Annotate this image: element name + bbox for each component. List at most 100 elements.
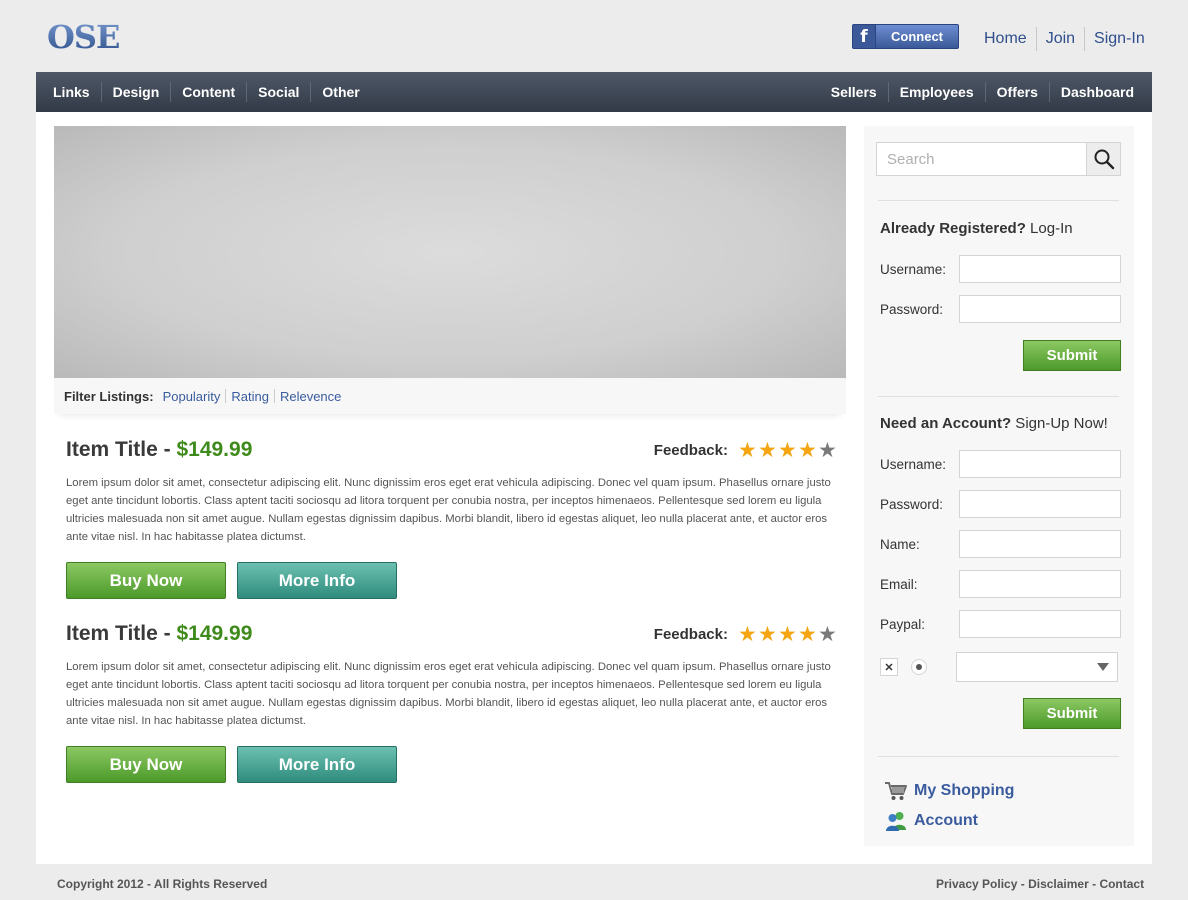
item-title-text: Item Title - [66, 622, 177, 645]
disclaimer-link[interactable]: Disclaimer [1028, 877, 1089, 891]
signup-submit-button[interactable]: Submit [1023, 698, 1121, 729]
filter-label: Filter Listings: [64, 388, 154, 404]
signup-username-field[interactable] [959, 450, 1121, 478]
star-empty-icon: ★ [818, 438, 837, 462]
item-description: Lorem ipsum dolor sit amet, consectetur … [66, 661, 831, 727]
name-label: Name: [880, 536, 920, 552]
account-link[interactable]: Account [884, 810, 978, 832]
login-password-row: Password: [880, 295, 1121, 323]
privacy-policy-link[interactable]: Privacy Policy [936, 877, 1017, 891]
my-shopping-label: My Shopping [914, 782, 1015, 799]
contact-link[interactable]: Contact [1099, 877, 1144, 891]
nav-sellers[interactable]: Sellers [820, 84, 888, 100]
paypal-label: Paypal: [880, 616, 926, 632]
divider [878, 396, 1119, 397]
signup-name-field[interactable] [959, 530, 1121, 558]
buy-now-button[interactable]: Buy Now [66, 746, 226, 783]
main-navbar: Links Design Content Social Other Seller… [36, 72, 1152, 112]
username-label: Username: [880, 261, 947, 277]
signup-heading-rest: Sign-Up Now! [1011, 415, 1108, 432]
login-heading-rest: Log-In [1025, 220, 1073, 237]
search-button[interactable] [1086, 143, 1120, 175]
footer-separator: - [1088, 877, 1100, 891]
login-heading: Already Registered? Log-In [880, 220, 1073, 237]
nav-other[interactable]: Other [311, 84, 370, 100]
facebook-icon: f [853, 25, 876, 48]
nav-links[interactable]: Links [42, 84, 101, 100]
signup-password-row: Password: [880, 490, 1121, 518]
item-title-text: Item Title - [66, 438, 177, 461]
username-label: Username: [880, 456, 947, 472]
nav-right: Sellers Employees Offers Dashboard [820, 72, 1152, 112]
login-submit-button[interactable]: Submit [1023, 340, 1121, 371]
signup-password-field[interactable] [959, 490, 1121, 518]
nav-employees[interactable]: Employees [889, 84, 985, 100]
users-icon [886, 812, 906, 831]
copyright-text: Copyright 2012 - All Rights Reserved [57, 877, 268, 891]
sidebar: Already Registered? Log-In Username: Pas… [864, 126, 1134, 846]
item-actions: Buy Now More Info [66, 562, 838, 599]
signup-heading-bold: Need an Account? [880, 415, 1012, 432]
star-filled-icon: ★ [778, 438, 797, 462]
checkbox[interactable]: ✕ [880, 658, 898, 676]
signup-options-row: ✕ [880, 652, 1121, 682]
star-filled-icon: ★ [738, 622, 757, 646]
item-feedback: Feedback: ★ ★ ★ ★ ★ [654, 624, 838, 645]
star-rating: ★ ★ ★ ★ ★ [738, 440, 838, 461]
login-password-field[interactable] [959, 295, 1121, 323]
search-icon [1094, 149, 1114, 170]
star-filled-icon: ★ [758, 438, 777, 462]
item-actions: Buy Now More Info [66, 746, 838, 783]
signup-name-row: Name: [880, 530, 1121, 558]
nav-social[interactable]: Social [247, 84, 310, 100]
divider [878, 200, 1119, 201]
login-username-field[interactable] [959, 255, 1121, 283]
filter-bar: Filter Listings: Popularity Rating Relev… [54, 378, 846, 414]
radio-dot [916, 664, 922, 670]
sign-in-link[interactable]: Sign-In [1085, 30, 1154, 48]
nav-dashboard[interactable]: Dashboard [1050, 84, 1145, 100]
divider [878, 756, 1119, 757]
login-username-row: Username: [880, 255, 1121, 283]
feedback-label: Feedback: [653, 442, 728, 459]
site-logo[interactable]: OSE [47, 18, 120, 56]
signup-paypal-field[interactable] [959, 610, 1121, 638]
more-info-button[interactable]: More Info [237, 746, 397, 783]
filter-popularity[interactable]: Popularity [158, 389, 226, 404]
cart-icon [885, 782, 907, 800]
radio-button[interactable] [911, 659, 927, 675]
nav-offers[interactable]: Offers [986, 84, 1049, 100]
feedback-label: Feedback: [653, 626, 728, 643]
page-header: OSE f Connect Home Join Sign-In [0, 0, 1188, 72]
nav-design[interactable]: Design [102, 84, 171, 100]
hero-banner [54, 126, 846, 378]
more-info-button[interactable]: More Info [237, 562, 397, 599]
signup-username-row: Username: [880, 450, 1121, 478]
signup-select[interactable] [956, 652, 1118, 682]
footer-separator: - [1017, 877, 1029, 891]
signup-email-field[interactable] [959, 570, 1121, 598]
star-filled-icon: ★ [798, 438, 817, 462]
facebook-connect-button[interactable]: f Connect [852, 24, 959, 49]
buy-now-button[interactable]: Buy Now [66, 562, 226, 599]
main-panel: Filter Listings: Popularity Rating Relev… [36, 112, 1152, 864]
search-input[interactable] [877, 143, 1086, 175]
filter-rating[interactable]: Rating [226, 389, 274, 404]
password-label: Password: [880, 301, 944, 317]
star-filled-icon: ★ [798, 622, 817, 646]
home-link[interactable]: Home [975, 30, 1036, 48]
nav-content[interactable]: Content [171, 84, 246, 100]
facebook-connect-label: Connect [891, 29, 943, 44]
filter-relevence[interactable]: Relevence [275, 389, 346, 404]
star-filled-icon: ★ [778, 622, 797, 646]
login-heading-bold: Already Registered? [880, 220, 1026, 237]
search-box [876, 142, 1121, 176]
listing-item: Item Title - $149.99 Feedback: ★ ★ ★ ★ ★ Lor… [66, 438, 838, 599]
join-link[interactable]: Join [1037, 30, 1084, 48]
nav-left: Links Design Content Social Other [36, 72, 371, 112]
my-shopping-link[interactable]: My Shopping [884, 780, 1014, 802]
item-feedback: Feedback: ★ ★ ★ ★ ★ [654, 440, 838, 461]
star-empty-icon: ★ [818, 622, 837, 646]
signup-heading: Need an Account? Sign-Up Now! [880, 415, 1108, 432]
signup-email-row: Email: [880, 570, 1121, 598]
